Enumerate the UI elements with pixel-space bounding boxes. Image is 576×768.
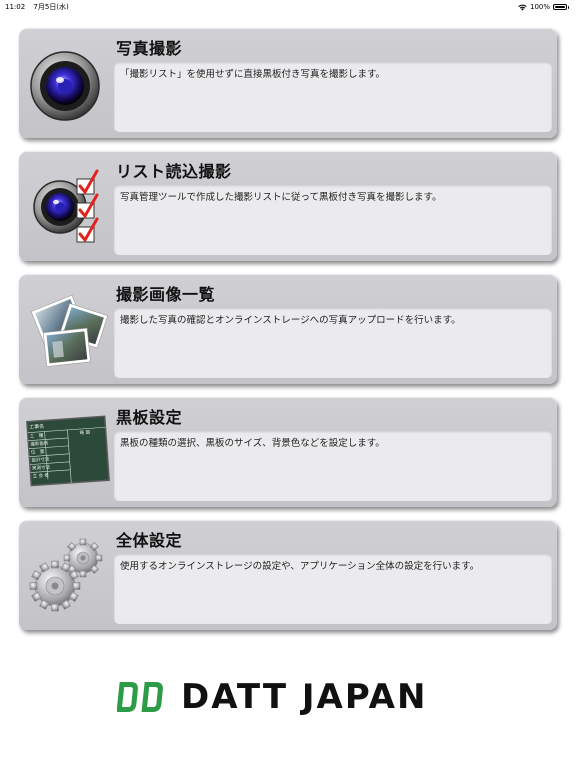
menu-item-description: 撮影した写真の確認とオンラインストレージへの写真アップロードを行います。	[120, 315, 461, 326]
menu-item-title: 黒板設定	[116, 408, 183, 427]
status-right: 100%	[518, 3, 569, 11]
menu-item-blackboard-settings[interactable]: 工事名 工 種 撮影箇所 位 置 設計寸法 実測寸法 立 会 者 略 図 黒板設…	[19, 397, 557, 507]
status-left: 11:02 7月5日(水)	[5, 2, 75, 12]
camera-lens-icon	[30, 51, 100, 121]
blackboard-row: 立 会 者	[32, 473, 50, 480]
menu-item-description-box: 使用するオンラインストレージの設定や、アプリケーション全体の設定を行います。	[114, 554, 552, 624]
menu-item-title: リスト読込撮影	[116, 162, 232, 181]
blackboard-icon: 工事名 工 種 撮影箇所 位 置 設計寸法 実測寸法 立 会 者 略 図	[25, 411, 115, 493]
photo-stack-icon	[30, 294, 109, 367]
blackboard-sketch-label: 略 図	[79, 430, 91, 437]
menu-item-description: 使用するオンラインストレージの設定や、アプリケーション全体の設定を行います。	[120, 561, 480, 572]
menu-item-general-settings[interactable]: 全体設定 使用するオンラインストレージの設定や、アプリケーション全体の設定を行い…	[19, 520, 557, 630]
menu-item-description: 「撮影リスト」を使用せずに直接黒板付き写真を撮影します。	[120, 69, 386, 80]
camera-checklist-icon	[33, 169, 99, 243]
company-logo: DATT JAPAN	[117, 676, 462, 718]
wifi-icon	[518, 4, 527, 10]
menu-item-description-box: 「撮影リスト」を使用せずに直接黒板付き写真を撮影します。	[114, 62, 552, 132]
menu-item-photo-capture[interactable]: 写真撮影 「撮影リスト」を使用せずに直接黒板付き写真を撮影します。	[19, 28, 557, 138]
menu-item-description: 写真管理ツールで作成した撮影リストに従って黒板付き写真を撮影します。	[120, 192, 442, 203]
logo-text: DATT JAPAN	[181, 677, 428, 717]
status-bar: 11:02 7月5日(水) 100%	[0, 0, 576, 14]
status-date: 7月5日(水)	[33, 3, 69, 11]
menu-item-title: 撮影画像一覧	[116, 285, 216, 304]
checkbox-icon	[76, 169, 99, 243]
menu-item-title: 全体設定	[116, 531, 183, 550]
battery-percent: 100%	[529, 3, 550, 11]
menu-item-description-box: 黒板の種類の選択、黒板のサイズ、背景色などを設定します。	[114, 431, 552, 501]
menu-item-title: 写真撮影	[116, 39, 183, 58]
status-time: 11:02	[5, 3, 26, 11]
menu-item-list-capture[interactable]: リスト読込撮影 写真管理ツールで作成した撮影リストに従って黒板付き写真を撮影しま…	[19, 151, 557, 261]
menu-item-description-box: 撮影した写真の確認とオンラインストレージへの写真アップロードを行います。	[114, 308, 552, 378]
menu-item-description: 黒板の種類の選択、黒板のサイズ、背景色などを設定します。	[120, 438, 385, 449]
blackboard-header: 工事名	[29, 423, 45, 431]
menu-item-photo-list[interactable]: 撮影画像一覧 撮影した写真の確認とオンラインストレージへの写真アップロードを行い…	[19, 274, 557, 384]
datt-logo-icon	[117, 682, 163, 712]
battery-icon	[553, 4, 569, 10]
menu-item-description-box: 写真管理ツールで作成した撮影リストに従って黒板付き写真を撮影します。	[114, 185, 552, 255]
gears-icon	[29, 538, 103, 612]
